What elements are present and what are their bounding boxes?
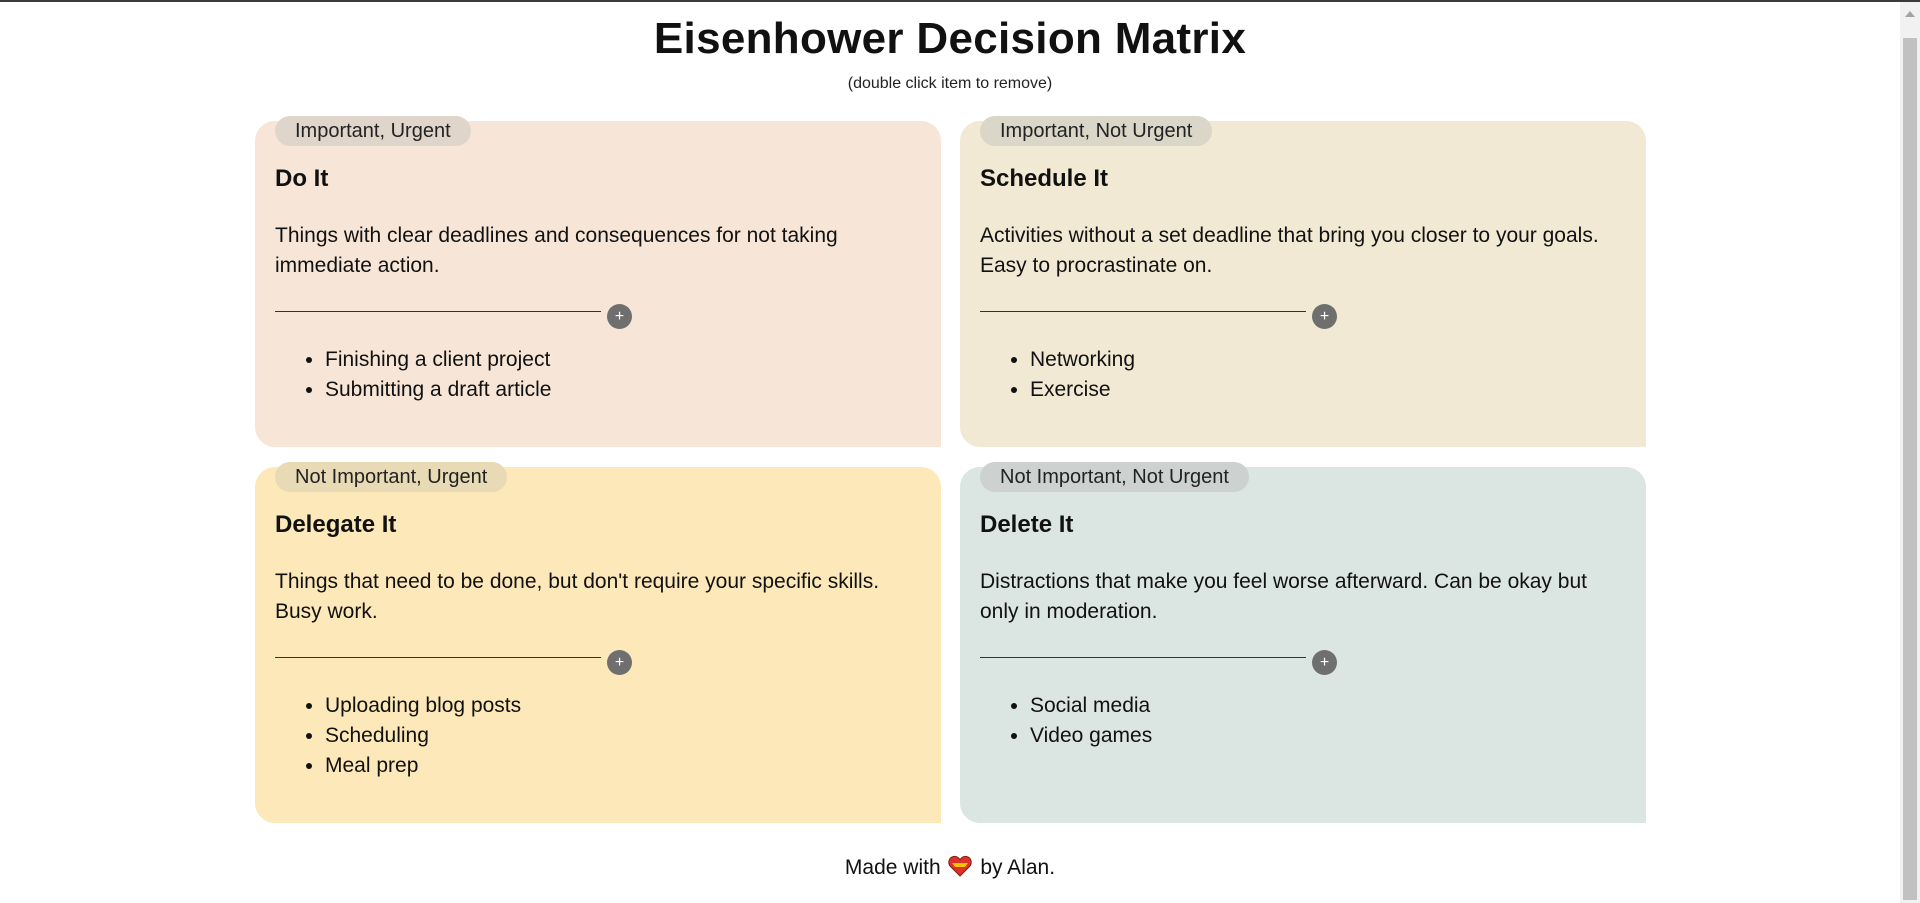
quadrant-description: Activities without a set deadline that b…: [980, 224, 1599, 277]
page-subtitle: (double click item to remove): [847, 75, 1053, 92]
list-item[interactable]: Social media: [1030, 691, 1152, 721]
quadrant-description: Things that need to be done, but don't r…: [275, 570, 880, 623]
add-item-button[interactable]: +: [607, 650, 632, 675]
list-item[interactable]: Uploading blog posts: [325, 691, 521, 721]
list-item[interactable]: Networking: [1030, 345, 1135, 375]
quadrant-title: Delete It: [980, 511, 1074, 538]
quadrant-title: Delegate It: [275, 511, 397, 538]
quadrant-description: Things with clear deadlines and conseque…: [275, 224, 838, 277]
add-item-button[interactable]: +: [1312, 650, 1337, 675]
list-item[interactable]: Exercise: [1030, 375, 1135, 405]
quadrant-title: Schedule It: [980, 165, 1109, 192]
page-title: Eisenhower Decision Matrix: [653, 14, 1247, 63]
footer: Made with by Alan.: [0, 855, 1900, 880]
footer-suffix: by Alan.: [980, 856, 1056, 879]
list-item[interactable]: Meal prep: [325, 751, 521, 781]
quadrant-delegate-it: Not Important, Urgent Delegate It Things…: [255, 462, 941, 823]
list-item[interactable]: Finishing a client project: [325, 345, 551, 375]
quadrant-delete-it: Not Important, Not Urgent Delete It Dist…: [960, 462, 1646, 823]
new-item-input[interactable]: [980, 285, 1306, 312]
quadrant-tag: Not Important, Urgent: [275, 462, 508, 492]
quadrant-do-it: Important, Urgent Do It Things with clea…: [255, 116, 941, 447]
quadrant-title: Do It: [275, 165, 329, 192]
list-item[interactable]: Video games: [1030, 721, 1152, 751]
heart-icon: [948, 855, 973, 877]
quadrant-tag: Important, Urgent: [275, 116, 471, 146]
quadrant-tag: Important, Not Urgent: [980, 116, 1213, 146]
item-list: Social media Video games: [980, 691, 1152, 751]
item-list: Uploading blog posts Scheduling Meal pre…: [275, 691, 521, 781]
add-item-button[interactable]: +: [1312, 304, 1337, 329]
scroll-up-arrow-icon[interactable]: [1905, 11, 1915, 17]
quadrant-schedule-it: Important, Not Urgent Schedule It Activi…: [960, 116, 1646, 447]
item-list: Finishing a client project Submitting a …: [275, 345, 551, 405]
footer-prefix: Made with: [844, 856, 941, 879]
page: Eisenhower Decision Matrix (double click…: [0, 0, 1900, 903]
scrollbar-thumb[interactable]: [1903, 38, 1917, 900]
scrollbar[interactable]: [1900, 2, 1920, 903]
list-item[interactable]: Scheduling: [325, 721, 521, 751]
quadrant-tag: Not Important, Not Urgent: [980, 462, 1249, 492]
add-item-button[interactable]: +: [607, 304, 632, 329]
list-item[interactable]: Submitting a draft article: [325, 375, 551, 405]
new-item-input[interactable]: [275, 285, 601, 312]
new-item-input[interactable]: [980, 631, 1306, 658]
new-item-input[interactable]: [275, 631, 601, 658]
item-list: Networking Exercise: [980, 345, 1135, 405]
quadrant-description: Distractions that make you feel worse af…: [980, 570, 1587, 623]
